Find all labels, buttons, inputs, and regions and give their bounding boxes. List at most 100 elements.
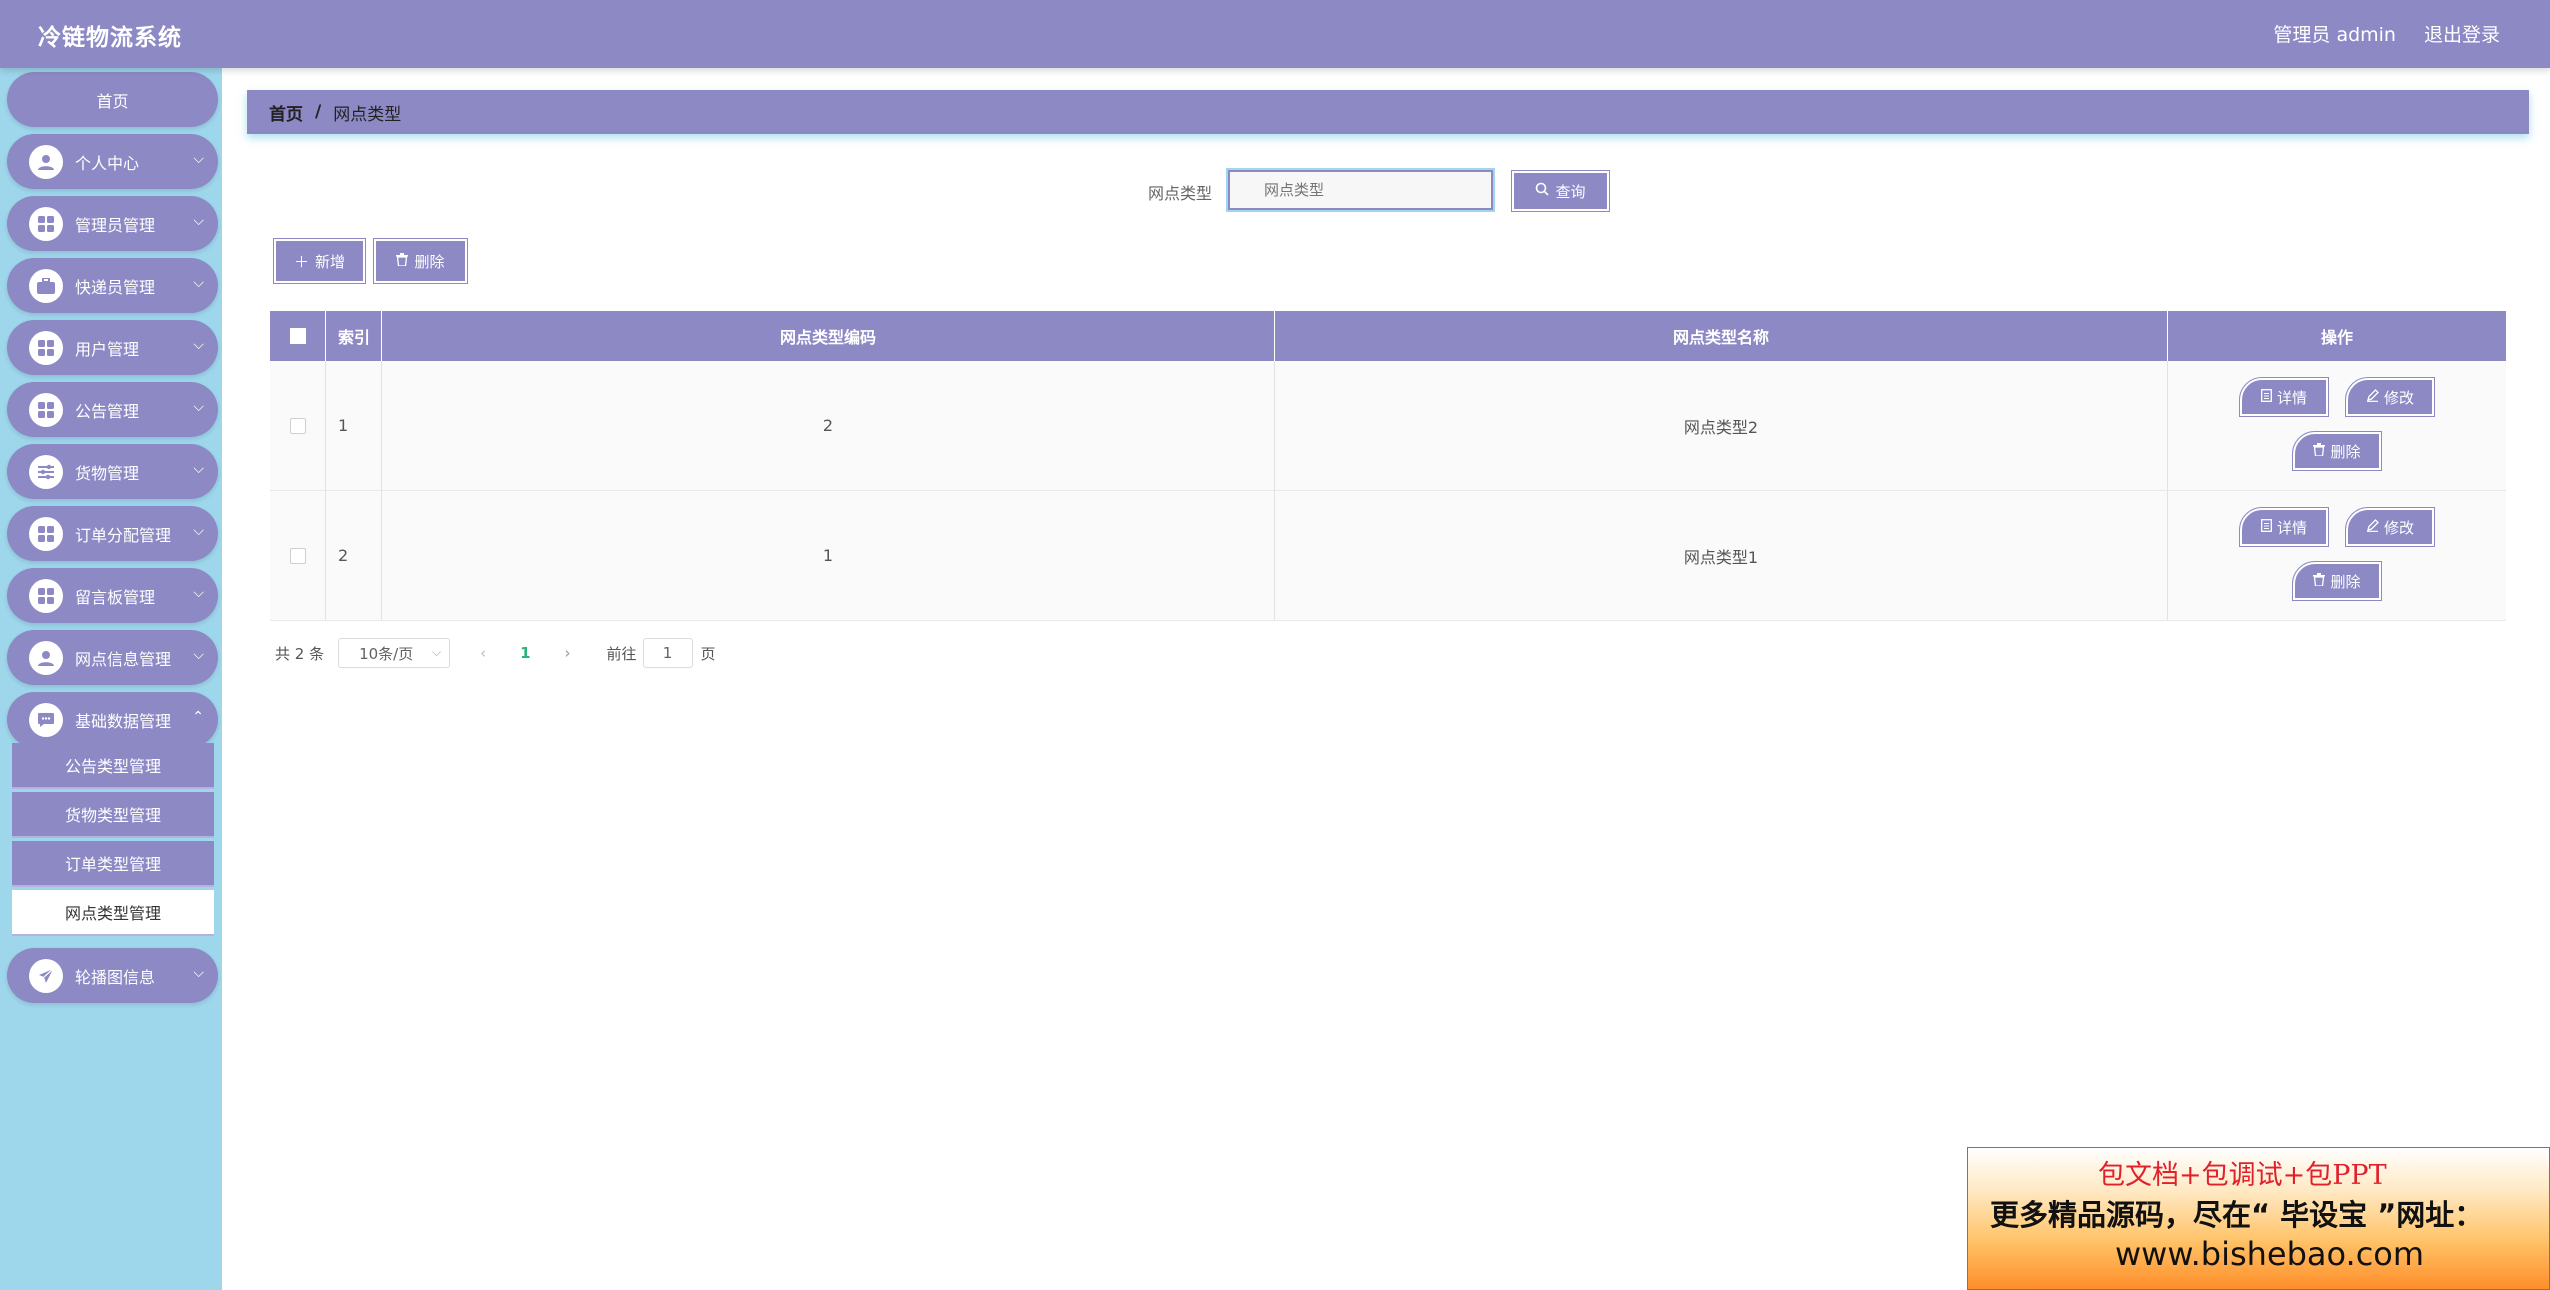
sidebar-item-label: 公告管理: [75, 401, 140, 421]
chevron-down-icon: ⌵: [193, 399, 204, 415]
row-checkbox-cell: [270, 491, 326, 620]
detail-label: 详情: [2276, 518, 2307, 537]
chevron-down-icon: ⌵: [431, 645, 442, 659]
grid-icon: [29, 392, 63, 427]
table-row: 1 2 网点类型2 详情 修改 删除: [270, 361, 2506, 491]
plus-icon: ＋: [293, 252, 309, 271]
sidebar-item-label: 首页: [96, 91, 129, 111]
promo-line-2: 更多精品源码，尽在“ 毕设宝 ”网址：: [1990, 1198, 2484, 1232]
search-input[interactable]: [1226, 168, 1495, 212]
detail-button[interactable]: 详情: [2239, 377, 2329, 417]
edit-icon: [2366, 388, 2379, 406]
sidebar-subitem-order-type[interactable]: 订单类型管理: [12, 841, 214, 887]
cell-index: 1: [326, 361, 382, 490]
document-icon: [2261, 518, 2272, 536]
sidebar-item-home[interactable]: 首页: [7, 72, 218, 127]
next-page-icon[interactable]: ›: [565, 644, 571, 662]
trash-icon: [396, 252, 409, 270]
edit-label: 修改: [2383, 518, 2414, 537]
sidebar-item-label: 网点信息管理: [75, 649, 172, 669]
detail-label: 详情: [2276, 388, 2307, 407]
cell-name: 网点类型2: [1275, 361, 2168, 490]
cell-code: 1: [382, 491, 1275, 620]
grid-icon: [29, 516, 63, 551]
sidebar-item-label: 管理员管理: [75, 215, 156, 235]
sidebar-item-carousel[interactable]: 轮播图信息 ⌵: [7, 948, 218, 1003]
current-user[interactable]: 管理员 admin: [2273, 20, 2396, 47]
current-page[interactable]: 1: [520, 644, 530, 662]
sidebar-item-user-management[interactable]: 用户管理 ⌵: [7, 320, 218, 375]
batch-delete-button[interactable]: 删除: [373, 238, 468, 284]
sidebar-item-label: 用户管理: [75, 339, 140, 359]
page-size-select[interactable]: 10条/页 ⌵: [338, 638, 451, 668]
row-checkbox[interactable]: [289, 417, 306, 434]
trash-icon: [2313, 442, 2326, 460]
prev-page-icon[interactable]: ‹: [480, 644, 486, 662]
breadcrumb-home[interactable]: 首页: [269, 100, 303, 125]
chevron-down-icon: ⌵: [193, 275, 204, 291]
total-count: 共 2 条: [275, 644, 325, 663]
goto-label: 前往: [606, 644, 637, 663]
sidebar-item-order-assignment[interactable]: 订单分配管理 ⌵: [7, 506, 218, 561]
search-label: 网点类型: [1148, 184, 1213, 203]
chevron-down-icon: ⌵: [193, 213, 204, 229]
sidebar-item-label: 个人中心: [75, 153, 140, 173]
sidebar-item-goods-management[interactable]: 货物管理 ⌵: [7, 444, 218, 499]
delete-button[interactable]: 删除: [2292, 561, 2382, 601]
table-header: 索引 网点类型编码 网点类型名称 操作: [270, 311, 2506, 361]
sidebar-item-label: 快递员管理: [75, 277, 156, 297]
chevron-down-icon: ⌵: [193, 523, 204, 539]
add-button[interactable]: ＋ 新增: [273, 238, 366, 284]
table-row: 2 1 网点类型1 详情 修改 删除: [270, 491, 2506, 621]
row-checkbox-cell: [270, 361, 326, 490]
sidebar-item-outlet-info[interactable]: 网点信息管理 ⌵: [7, 630, 218, 685]
sidebar: 首页 个人中心 ⌵ 管理员管理 ⌵ 快递员管理 ⌵ 用户管理 ⌵ 公告管理 ⌵: [0, 68, 222, 1290]
sidebar-item-personal-center[interactable]: 个人中心 ⌵: [7, 134, 218, 189]
sidebar-item-basic-data[interactable]: 基础数据管理 ⌃: [7, 692, 218, 747]
row-checkbox[interactable]: [289, 547, 306, 564]
edit-button[interactable]: 修改: [2345, 377, 2435, 417]
chevron-down-icon: ⌵: [193, 585, 204, 601]
select-all-checkbox[interactable]: [289, 328, 306, 344]
grid-icon: [29, 578, 63, 613]
outlet-type-table: 索引 网点类型编码 网点类型名称 操作 1 2 网点类型2 详情 修改 删除 2…: [270, 311, 2506, 621]
edit-button[interactable]: 修改: [2345, 507, 2435, 547]
cell-ops: 详情 修改 删除: [2168, 361, 2506, 490]
header-code: 网点类型编码: [382, 311, 1275, 361]
sidebar-item-label: 基础数据管理: [75, 711, 172, 731]
sidebar-item-message-board[interactable]: 留言板管理 ⌵: [7, 568, 218, 623]
header-user-area: 管理员 admin 退出登录: [2273, 20, 2500, 47]
cell-index: 2: [326, 491, 382, 620]
app-title: 冷链物流系统: [38, 25, 182, 51]
trash-icon: [2313, 572, 2326, 590]
header-name: 网点类型名称: [1275, 311, 2168, 361]
sidebar-item-label: 留言板管理: [75, 587, 156, 607]
page-size-value: 10条/页: [359, 644, 414, 663]
pagination: 共 2 条 10条/页 ⌵ ‹ 1 › 前往 1 页: [275, 638, 716, 668]
cell-name: 网点类型1: [1275, 491, 2168, 620]
delete-label: 删除: [2330, 442, 2361, 461]
promo-line-1: 包文档+包调试+包PPT: [2098, 1160, 2387, 1191]
sidebar-subitem-goods-type[interactable]: 货物类型管理: [12, 792, 214, 838]
document-icon: [2261, 388, 2272, 406]
cell-ops: 详情 修改 删除: [2168, 491, 2506, 620]
chat-icon: [29, 702, 63, 737]
query-button[interactable]: 查询: [1511, 170, 1610, 212]
chevron-down-icon: ⌵: [193, 647, 204, 663]
sidebar-subitem-outlet-type[interactable]: 网点类型管理: [12, 890, 214, 936]
sidebar-item-admin-management[interactable]: 管理员管理 ⌵: [7, 196, 218, 251]
sidebar-item-notice-management[interactable]: 公告管理 ⌵: [7, 382, 218, 437]
sliders-icon: [29, 454, 63, 489]
sidebar-item-courier-management[interactable]: 快递员管理 ⌵: [7, 258, 218, 313]
breadcrumb-separator: /: [315, 102, 322, 122]
delete-button[interactable]: 删除: [2292, 431, 2382, 471]
breadcrumb: 首页 / 网点类型: [247, 90, 2529, 134]
detail-button[interactable]: 详情: [2239, 507, 2329, 547]
grid-icon: [29, 330, 63, 365]
goto-page-input[interactable]: 1: [642, 638, 693, 668]
header-ops: 操作: [2320, 328, 2353, 347]
sidebar-subitem-notice-type[interactable]: 公告类型管理: [12, 743, 214, 789]
top-header: 冷链物流系统 管理员 admin 退出登录: [0, 0, 2550, 68]
briefcase-icon: [29, 268, 63, 303]
logout-link[interactable]: 退出登录: [2424, 20, 2500, 47]
